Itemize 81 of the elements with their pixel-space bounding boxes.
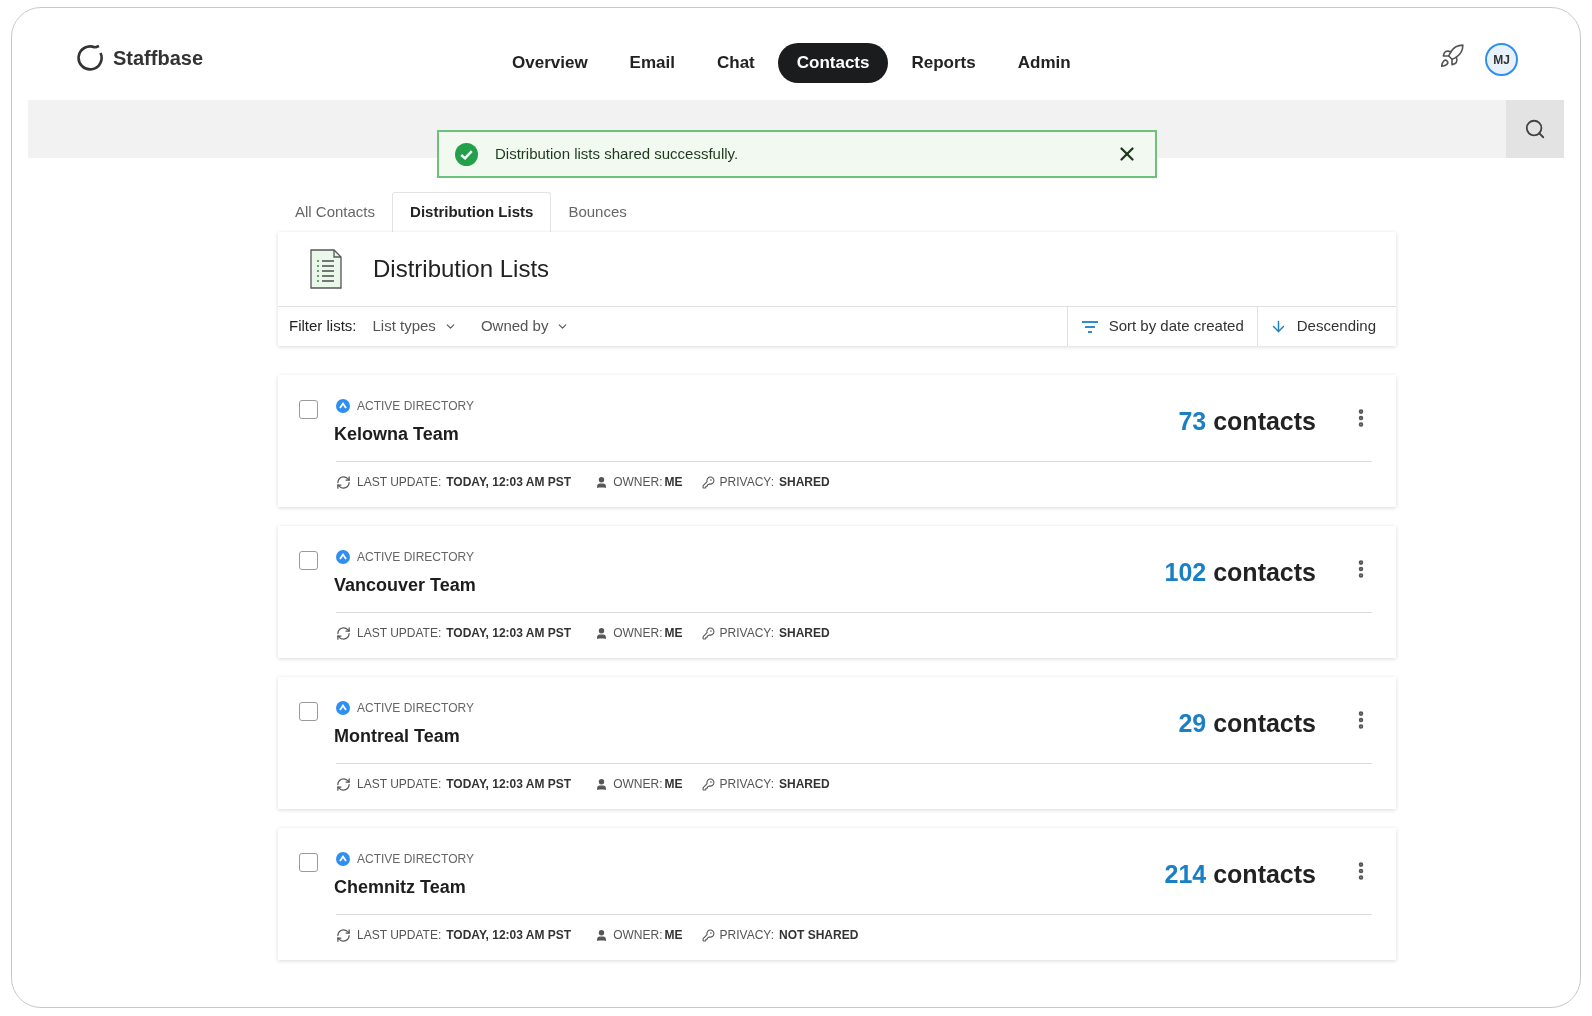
owner-label: OWNER:	[613, 625, 663, 642]
contact-count: 29 contacts	[1178, 708, 1316, 739]
update-value: TODAY, 12:03 AM PST	[446, 927, 572, 944]
success-icon	[455, 142, 478, 166]
logo-icon	[76, 44, 104, 72]
owner-label: OWNER:	[613, 927, 663, 944]
owner-value: ME	[664, 474, 683, 491]
rocket-icon[interactable]	[1439, 43, 1465, 69]
contact-count: 102 contacts	[1164, 557, 1316, 588]
person-icon	[595, 928, 609, 942]
search-button[interactable]	[1506, 100, 1564, 158]
source-label: ACTIVE DIRECTORY	[357, 549, 474, 566]
key-icon	[701, 626, 715, 640]
content-tab[interactable]: Bounces	[551, 192, 644, 232]
update-label: LAST UPDATE:	[357, 625, 442, 642]
directory-icon	[336, 550, 350, 564]
list-name: Chemnitz Team	[334, 876, 467, 899]
checkbox[interactable]	[299, 551, 318, 570]
nav-tab[interactable]: Admin	[998, 43, 1090, 83]
owner-value: ME	[664, 625, 683, 642]
owner-label: OWNER:	[613, 474, 663, 491]
filter-label: Filter lists:	[289, 316, 357, 337]
filter-icon	[1080, 319, 1099, 334]
checkbox[interactable]	[299, 702, 318, 721]
nav-tab[interactable]: Email	[610, 43, 694, 83]
privacy-label: PRIVACY:	[719, 625, 774, 642]
contact-count: 73 contacts	[1178, 406, 1316, 437]
nav-tab[interactable]: Contacts	[777, 43, 889, 83]
filter-dropdown[interactable]: Owned by	[480, 315, 570, 338]
owner-value: ME	[664, 776, 683, 793]
privacy-label: PRIVACY:	[719, 927, 774, 944]
source-label: ACTIVE DIRECTORY	[357, 851, 474, 868]
refresh-icon	[336, 927, 351, 943]
key-icon	[701, 777, 715, 791]
panel-title: Distribution Lists	[373, 254, 550, 284]
privacy-value: SHARED	[779, 625, 830, 642]
update-label: LAST UPDATE:	[357, 474, 442, 491]
refresh-icon	[336, 625, 351, 641]
update-value: TODAY, 12:03 AM PST	[446, 625, 572, 642]
update-label: LAST UPDATE:	[357, 776, 442, 793]
update-value: TODAY, 12:03 AM PST	[446, 474, 572, 491]
privacy-label: PRIVACY:	[719, 776, 774, 793]
source-label: ACTIVE DIRECTORY	[357, 700, 474, 717]
nav-tab[interactable]: Chat	[697, 43, 774, 83]
owner-value: ME	[664, 927, 683, 944]
toast-message: Distribution lists shared successfully.	[495, 143, 740, 164]
privacy-value: SHARED	[779, 474, 830, 491]
list-name: Montreal Team	[334, 725, 461, 748]
directory-icon	[336, 701, 350, 715]
list-name: Vancouver Team	[334, 574, 477, 597]
key-icon	[701, 928, 715, 942]
content-tab[interactable]: Distribution Lists	[392, 192, 552, 232]
brand-name: Staffbase	[113, 46, 204, 71]
key-icon	[701, 475, 715, 489]
privacy-value: NOT SHARED	[779, 927, 859, 944]
order-button[interactable]: Descending	[1256, 307, 1396, 346]
checkbox[interactable]	[299, 400, 318, 419]
nav-tab[interactable]: Reports	[892, 43, 995, 83]
content-tab[interactable]: All Contacts	[278, 192, 393, 232]
directory-icon	[336, 852, 350, 866]
refresh-icon	[336, 776, 351, 792]
person-icon	[595, 777, 609, 791]
checkbox[interactable]	[299, 853, 318, 872]
contact-count: 214 contacts	[1164, 859, 1316, 890]
document-list-icon	[310, 249, 342, 289]
update-label: LAST UPDATE:	[357, 927, 442, 944]
person-icon	[595, 475, 609, 489]
update-value: TODAY, 12:03 AM PST	[446, 776, 572, 793]
privacy-label: PRIVACY:	[719, 474, 774, 491]
list-name: Kelowna Team	[334, 423, 460, 446]
filter-dropdown[interactable]: List types	[372, 315, 457, 338]
person-icon	[595, 626, 609, 640]
directory-icon	[336, 399, 350, 413]
privacy-value: SHARED	[779, 776, 830, 793]
search-icon	[1524, 118, 1546, 140]
refresh-icon	[336, 474, 351, 490]
sort-button[interactable]: Sort by date created	[1066, 307, 1257, 346]
nav-tab[interactable]: Overview	[493, 43, 607, 83]
owner-label: OWNER:	[613, 776, 663, 793]
user-avatar[interactable]: MJ	[1485, 43, 1518, 76]
source-label: ACTIVE DIRECTORY	[357, 398, 474, 415]
